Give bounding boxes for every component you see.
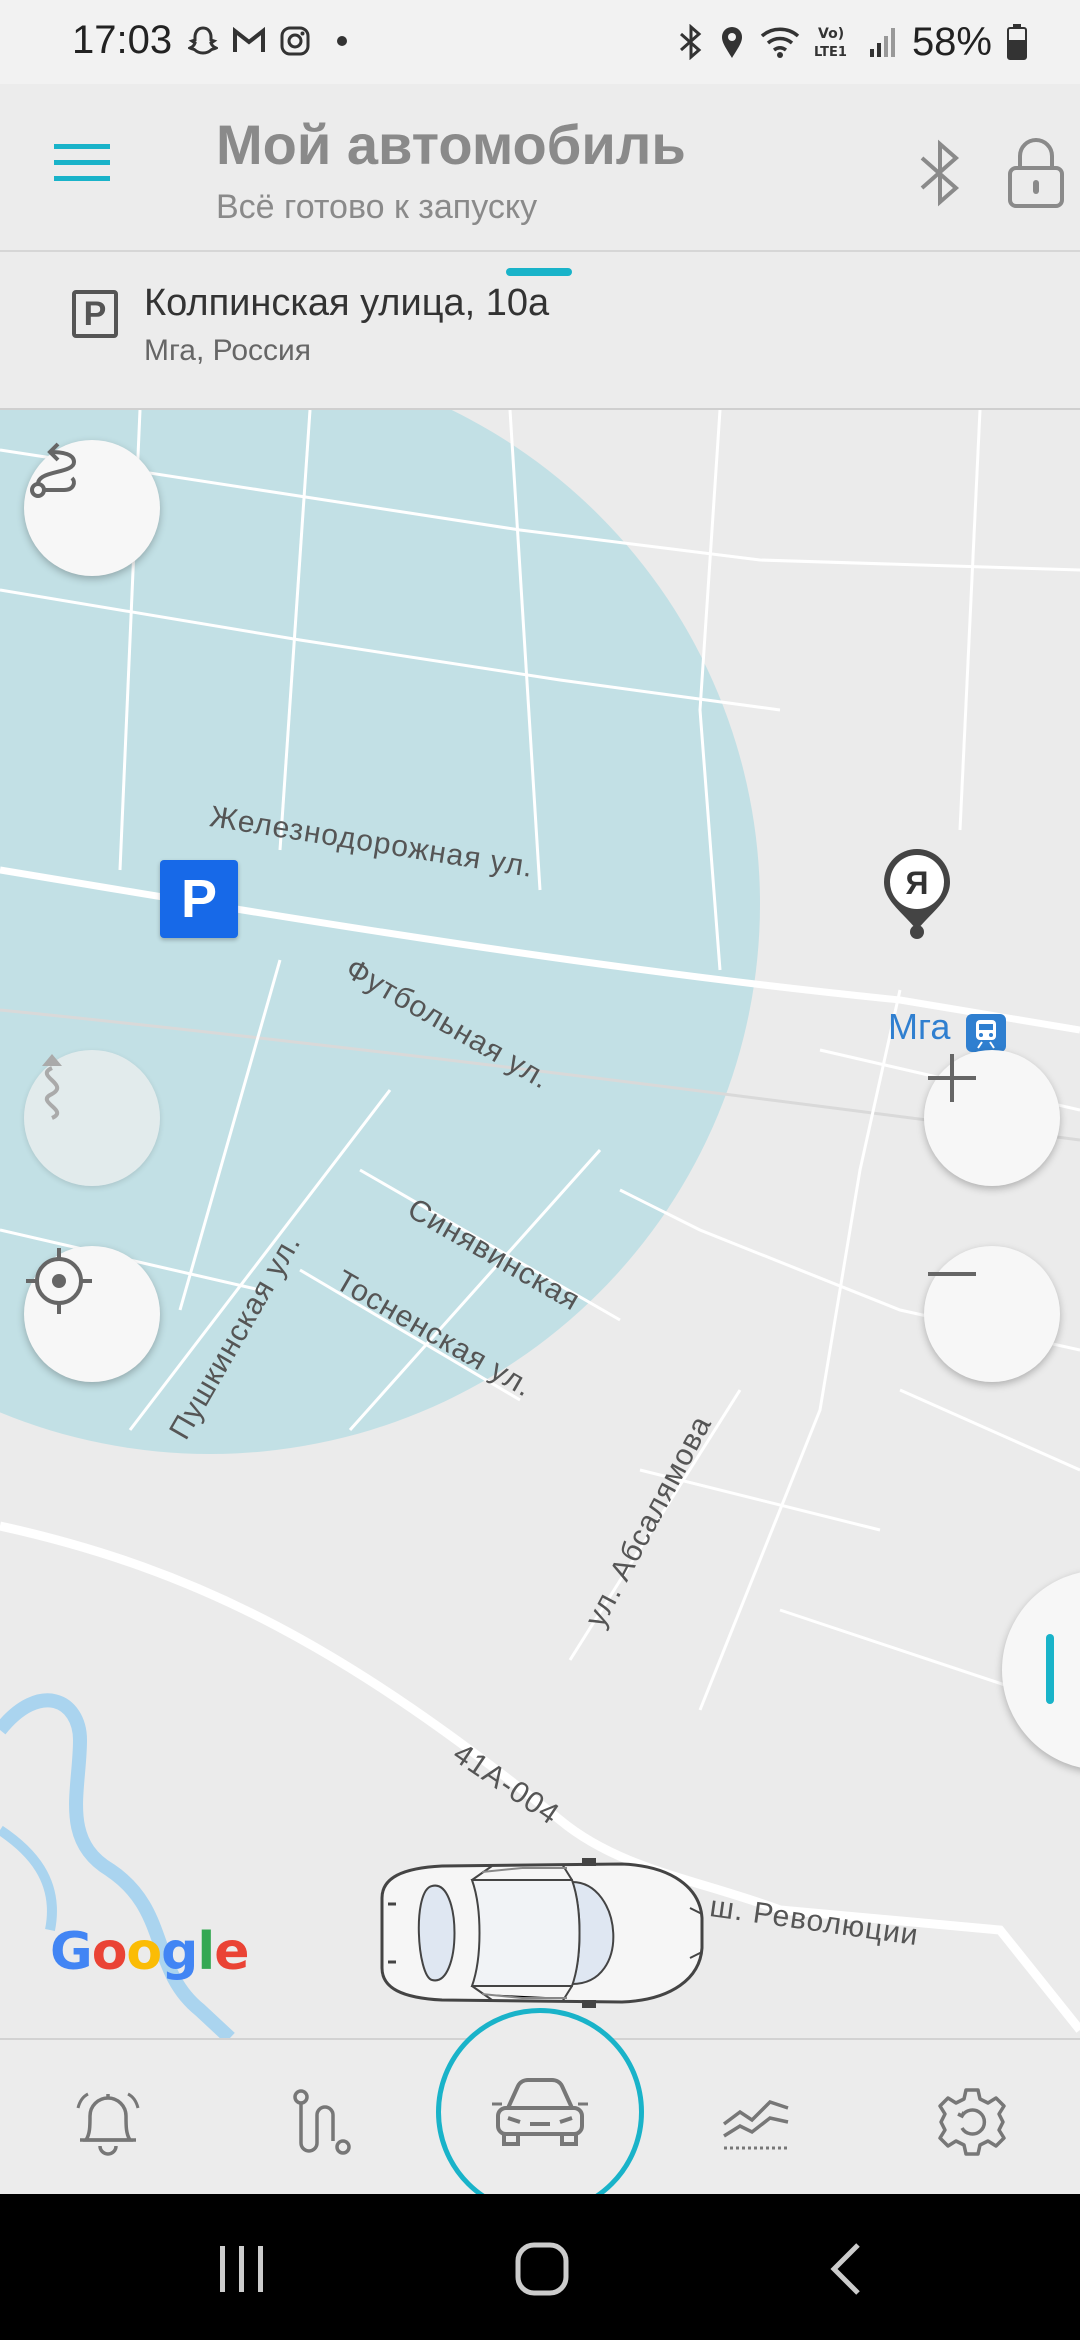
home-button[interactable] <box>502 2234 582 2304</box>
bluetooth-button[interactable] <box>908 138 972 208</box>
address-street: Колпинская улица, 10а <box>144 282 550 324</box>
my-location-letter: Я <box>906 865 929 901</box>
crosshair-icon <box>26 1248 92 1314</box>
dot-icon <box>337 36 347 46</box>
page-subtitle: Всё готово к запуску <box>216 188 538 226</box>
car-icon <box>492 2078 588 2146</box>
zoom-out-button[interactable] <box>924 1246 1060 1382</box>
volte-lte-icon: Vo) LTE1 <box>814 26 847 60</box>
back-button[interactable] <box>806 2234 886 2304</box>
car-top-view-image <box>372 1858 712 2008</box>
nav-statistics[interactable] <box>716 2082 796 2162</box>
bluetooth-icon <box>920 139 960 207</box>
menu-button[interactable] <box>52 138 112 188</box>
snapchat-icon <box>188 26 218 55</box>
recent-apps-button[interactable] <box>202 2234 282 2304</box>
alarm-bell-icon <box>76 2092 140 2156</box>
statistics-icon <box>722 2099 789 2150</box>
side-panel-handle <box>1046 1634 1054 1704</box>
instagram-icon <box>280 26 310 56</box>
bluetooth-icon <box>679 24 702 60</box>
hamburger-menu-icon <box>54 144 110 181</box>
signal-icon <box>869 28 895 57</box>
wifi-icon <box>760 27 800 58</box>
drag-handle[interactable] <box>506 268 572 276</box>
battery-icon <box>1007 24 1027 60</box>
system-status-icons: Vo) LTE1 58% <box>678 14 1028 70</box>
my-location-button[interactable] <box>24 1246 160 1382</box>
my-location-marker[interactable]: Я <box>880 846 954 946</box>
minus-icon <box>928 1272 976 1276</box>
car-location-card[interactable]: P Колпинская улица, 10а Мга, Россия <box>0 252 1080 410</box>
battery-percentage: 58% <box>911 19 992 64</box>
back-icon <box>830 2243 860 2295</box>
parking-icon: P <box>72 290 118 338</box>
status-time: 17:03 <box>72 18 173 62</box>
app-header: Мой автомобиль Всё готово к запуску <box>0 84 1080 252</box>
lock-button[interactable] <box>1004 134 1068 210</box>
svg-text:Vo): Vo) <box>818 26 844 42</box>
nav-routes[interactable] <box>282 2082 362 2162</box>
settings-icon <box>938 2088 1006 2156</box>
plus-icon <box>928 1054 976 1102</box>
nav-settings[interactable] <box>932 2082 1012 2162</box>
nav-car[interactable] <box>436 2008 644 2216</box>
map-view[interactable]: Железнодорожная ул. Футбольная ул. Синяв… <box>0 410 1080 2038</box>
page-title: Мой автомобиль <box>216 113 686 176</box>
recent-apps-icon <box>220 2246 263 2292</box>
notification-icons <box>188 18 354 64</box>
route-history-button[interactable] <box>24 440 160 576</box>
system-navigation-bar <box>0 2194 1080 2340</box>
svg-text:LTE1: LTE1 <box>814 45 847 60</box>
google-logo: Google <box>50 1922 250 1982</box>
gmail-icon <box>233 27 265 52</box>
route-path-icon <box>42 1054 62 1120</box>
station-label: Мга <box>888 1006 951 1047</box>
lock-icon <box>1008 138 1064 208</box>
location-icon <box>721 27 742 58</box>
train-station-icon <box>966 1014 1006 1052</box>
track-button[interactable] <box>24 1050 160 1186</box>
route-icon <box>293 2089 351 2155</box>
parking-marker[interactable]: P <box>160 860 238 938</box>
nav-alarm[interactable] <box>68 2082 148 2162</box>
zoom-in-button[interactable] <box>924 1050 1060 1186</box>
bottom-navigation <box>0 2008 1080 2216</box>
home-icon <box>515 2242 569 2296</box>
status-bar: 17:03 Vo) LTE1 58% <box>0 0 1080 84</box>
address-city: Мга, Россия <box>144 334 312 367</box>
route-swap-icon <box>30 442 77 498</box>
